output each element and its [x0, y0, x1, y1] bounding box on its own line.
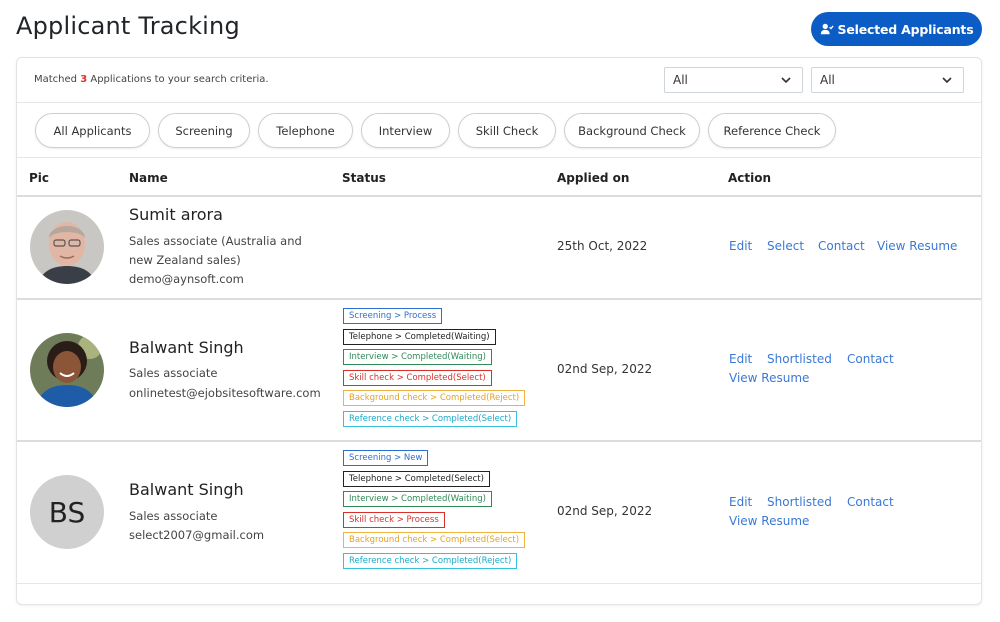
view-resume-link[interactable]: View Resume: [729, 371, 809, 385]
shortlisted-link[interactable]: Shortlisted: [767, 495, 832, 509]
divider: [17, 157, 981, 158]
tab-screening[interactable]: Screening: [158, 113, 250, 148]
page-title: Applicant Tracking: [16, 12, 240, 40]
status-badge: Interview > Completed(Waiting): [343, 349, 492, 365]
tab-interview[interactable]: Interview: [361, 113, 450, 148]
status-badge: Skill check > Completed(Select): [343, 370, 492, 386]
avatar: [30, 333, 104, 407]
edit-link[interactable]: Edit: [729, 239, 752, 253]
contact-link[interactable]: Contact: [818, 239, 865, 253]
status-badge: Screening > Process: [343, 308, 443, 324]
applied-date: 02nd Sep, 2022: [557, 504, 653, 518]
tab-telephone[interactable]: Telephone: [258, 113, 353, 148]
status-badge: Reference check > Completed(Select): [343, 411, 518, 427]
status-badge: Background check > Completed(Select): [343, 532, 526, 548]
contact-link[interactable]: Contact: [847, 495, 894, 509]
edit-link[interactable]: Edit: [729, 352, 752, 366]
view-resume-link[interactable]: View Resume: [877, 239, 957, 253]
select-link[interactable]: Select: [767, 239, 804, 253]
status-badge: Background check > Completed(Reject): [343, 390, 526, 406]
status-badge: Reference check > Completed(Reject): [343, 553, 518, 569]
contact-link[interactable]: Contact: [847, 352, 894, 366]
divider: [17, 102, 981, 103]
column-header-pic: Pic: [29, 171, 50, 185]
user-check-icon: [820, 23, 834, 35]
applicant-name: Balwant Singh: [129, 480, 244, 499]
applicant-email: onlinetest@ejobsitesoftware.com: [129, 386, 321, 400]
status-badge: Interview > Completed(Waiting): [343, 491, 492, 507]
applicant-name: Sumit arora: [129, 205, 223, 224]
divider: [17, 583, 981, 584]
tab-background-check[interactable]: Background Check: [564, 113, 700, 148]
avatar: BS: [30, 475, 104, 549]
applicant-email: demo@aynsoft.com: [129, 272, 244, 286]
applicant-email: select2007@gmail.com: [129, 528, 265, 542]
chevron-down-icon: [942, 77, 952, 84]
status-badge: Telephone > Completed(Waiting): [343, 329, 496, 345]
tab-all-applicants[interactable]: All Applicants: [35, 113, 150, 148]
avatar: [30, 210, 104, 284]
match-summary: Matched 3 Applications to your search cr…: [34, 74, 269, 85]
status-badge: Skill check > Process: [343, 512, 445, 528]
applicant-role-line2: new Zealand sales): [129, 253, 241, 267]
status-badge: Screening > New: [343, 450, 429, 466]
selected-applicants-button[interactable]: Selected Applicants: [811, 12, 982, 46]
chevron-down-icon: [781, 77, 791, 84]
status-badge: Telephone > Completed(Select): [343, 471, 490, 487]
applied-date: 02nd Sep, 2022: [557, 362, 653, 376]
edit-link[interactable]: Edit: [729, 495, 752, 509]
column-header-status: Status: [342, 171, 386, 185]
filter-select-2-value: All: [820, 73, 835, 87]
applicants-card: Matched 3 Applications to your search cr…: [16, 57, 982, 605]
match-suffix: Applications to your search criteria.: [90, 74, 269, 85]
filter-select-1[interactable]: All: [664, 67, 803, 93]
divider: [17, 195, 981, 197]
filter-select-2[interactable]: All: [811, 67, 964, 93]
selected-applicants-label: Selected Applicants: [837, 21, 974, 37]
column-header-action: Action: [728, 171, 772, 185]
divider: [17, 440, 981, 442]
column-header-applied-on: Applied on: [557, 171, 630, 185]
view-resume-link[interactable]: View Resume: [729, 514, 809, 528]
applicant-role: Sales associate: [129, 509, 218, 523]
applicant-photo: [30, 333, 104, 407]
match-count: 3: [80, 74, 88, 85]
filter-select-1-value: All: [673, 73, 688, 87]
column-header-name: Name: [129, 171, 168, 185]
applicant-photo: [30, 210, 104, 284]
applicant-name: Balwant Singh: [129, 338, 244, 357]
tab-reference-check[interactable]: Reference Check: [708, 113, 836, 148]
tab-skill-check[interactable]: Skill Check: [458, 113, 556, 148]
shortlisted-link[interactable]: Shortlisted: [767, 352, 832, 366]
applicant-role: Sales associate: [129, 366, 218, 380]
match-prefix: Matched: [34, 74, 78, 85]
divider: [17, 298, 981, 300]
applicant-role-line1: Sales associate (Australia and: [129, 234, 302, 248]
applied-date: 25th Oct, 2022: [557, 239, 648, 253]
